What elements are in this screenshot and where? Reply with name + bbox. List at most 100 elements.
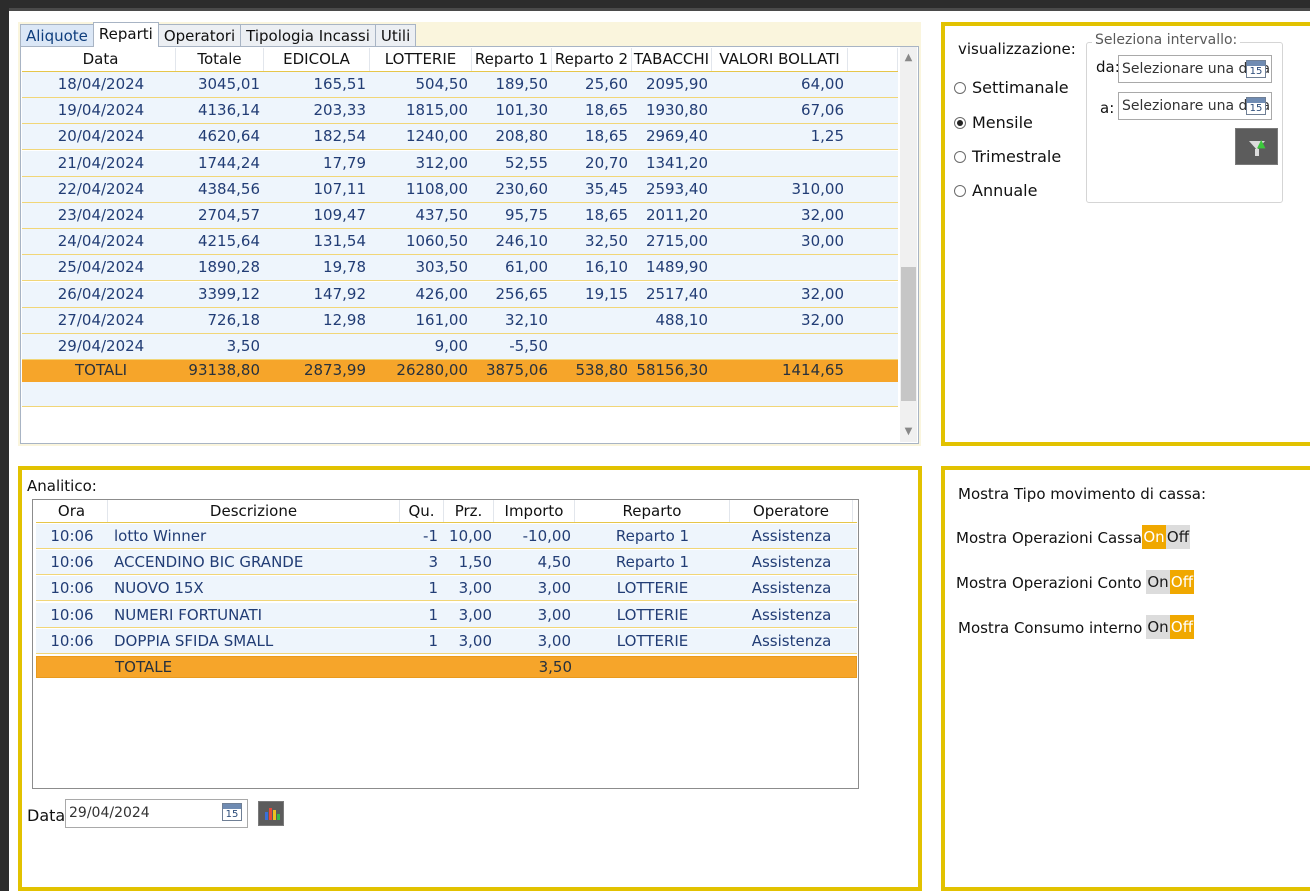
calendar-icon[interactable]: 15 <box>1246 97 1266 115</box>
table-cell: 2715,00 <box>645 232 708 251</box>
table-cell: 488,10 <box>655 310 709 329</box>
radio-icon[interactable] <box>954 116 966 129</box>
list-cell: 10:06 <box>50 631 94 650</box>
table-cell: 32,00 <box>801 284 844 303</box>
table-cell: 52,55 <box>505 153 548 172</box>
table-row[interactable]: 29/04/2024 3,50 9,00 -5,50 <box>22 334 898 360</box>
toggle-operazioni-cassa[interactable]: On Off <box>1142 525 1190 549</box>
analitico-grid-header: Ora Descrizione Qu. Prz. Importo Reparto… <box>36 500 857 523</box>
table-cell: 182,54 <box>313 127 367 146</box>
table-row[interactable]: 19/04/2024 4136,14 203,33 1815,00 101,30 18,6… <box>22 98 898 125</box>
apply-filter-button[interactable]: ▲ <box>1235 128 1278 165</box>
toggle-operazioni-conto[interactable]: On Off <box>1146 570 1194 594</box>
table-cell: 18,65 <box>585 206 628 224</box>
filter-arrow-icon: ▲ <box>1257 137 1266 150</box>
list-cell: 10:06 <box>50 527 94 545</box>
scroll-up-icon[interactable]: ▲ <box>900 49 917 66</box>
table-cell: 18,65 <box>585 101 628 120</box>
table-row[interactable]: 27/04/2024 726,18 12,98 161,00 32,10 488,10 32… <box>22 307 898 334</box>
table-cell: 107,11 <box>313 179 367 198</box>
radio-settimanale-label: Settimanale <box>972 78 1069 97</box>
table-cell <box>632 334 712 359</box>
col-header-importo[interactable]: Importo <box>494 500 575 522</box>
tab-reparti[interactable]: Reparti <box>92 22 159 47</box>
table-cell: 2593,40 <box>645 179 708 198</box>
radio-mensile[interactable]: Mensile <box>954 113 1033 132</box>
toggle-on[interactable]: On <box>1146 615 1170 639</box>
totals-cell: 93138,80 <box>188 361 260 380</box>
reparti-grid[interactable]: Data Totale EDICOLA LOTTERIE Reparto 1 R… <box>22 48 900 442</box>
tab-operatori[interactable]: Operatori <box>157 24 242 47</box>
radio-icon[interactable] <box>954 150 966 163</box>
radio-trimestrale[interactable]: Trimestrale <box>954 147 1061 166</box>
calendar-icon[interactable]: 15 <box>222 803 242 821</box>
table-cell: 20,70 <box>585 153 628 172</box>
toggle-consumo-interno[interactable]: On Off <box>1146 615 1194 639</box>
tab-tipologia-incassi[interactable]: Tipologia Incassi <box>240 24 376 47</box>
col-header-data[interactable]: Data <box>26 48 176 71</box>
col-header-lotterie[interactable]: LOTTERIE <box>370 48 472 71</box>
scroll-down-icon[interactable]: ▼ <box>900 423 917 440</box>
totals-cell: TOTALI <box>74 361 127 380</box>
col-header-reparto-2[interactable]: Reparto 2 <box>552 48 632 71</box>
toggle-on[interactable]: On <box>1142 525 1166 549</box>
col-header-reparto-1[interactable]: Reparto 1 <box>472 48 552 71</box>
toggle-off[interactable]: Off <box>1166 525 1190 549</box>
vertical-scrollbar[interactable]: ▲ ▼ <box>900 47 917 442</box>
table-row[interactable]: 26/04/2024 3399,12 147,92 426,00 256,65 19,15… <box>22 281 898 308</box>
radio-annuale[interactable]: Annuale <box>954 181 1037 200</box>
table-cell: 312,00 <box>415 153 469 172</box>
col-header-operatore[interactable]: Operatore <box>730 500 853 522</box>
tab-utili[interactable]: Utili <box>374 24 417 47</box>
col-header-reparto[interactable]: Reparto <box>575 500 730 522</box>
col-header-totale[interactable]: Totale <box>176 48 264 71</box>
list-item[interactable]: 10:06 lotto Winner -1 10,00 -10,00 Reparto 1 A… <box>36 524 857 549</box>
table-cell: 30,00 <box>801 232 844 251</box>
list-cell: 3,00 <box>458 605 492 624</box>
table-row[interactable]: 21/04/2024 1744,24 17,79 312,00 52,55 20,70 13… <box>22 150 898 177</box>
list-item[interactable]: 10:06 NUOVO 15X 1 3,00 3,00 LOTTERIE Assistenz… <box>36 576 857 602</box>
chart-button[interactable] <box>258 801 284 826</box>
scrollbar-thumb[interactable] <box>901 267 916 401</box>
calendar-icon[interactable]: 15 <box>1246 60 1266 78</box>
analitico-total-label: TOTALE <box>115 658 173 676</box>
table-row[interactable]: 22/04/2024 4384,56 107,11 1108,00 230,60 35,4… <box>22 176 898 203</box>
analitico-total-row[interactable]: TOTALE 3,50 <box>36 656 857 678</box>
toggle-off[interactable]: Off <box>1170 570 1194 594</box>
radio-settimanale[interactable]: Settimanale <box>954 78 1069 97</box>
list-cell: 3,00 <box>458 579 492 598</box>
table-row[interactable]: 20/04/2024 4620,64 182,54 1240,00 208,80 18,6… <box>22 124 898 151</box>
col-header-qu[interactable]: Qu. <box>400 500 444 522</box>
tab-aliquote[interactable]: Aliquote <box>20 24 94 47</box>
table-cell: 1060,50 <box>405 232 468 251</box>
table-cell: 67,06 <box>801 101 844 120</box>
table-cell: 1744,24 <box>197 153 260 172</box>
list-cell: NUOVO 15X <box>114 579 204 598</box>
col-header-valori-bollati[interactable]: VALORI BOLLATI <box>712 48 848 71</box>
table-row[interactable]: 18/04/2024 3045,01 165,51 504,50 189,50 25,60… <box>22 72 898 98</box>
toggle-on[interactable]: On <box>1146 570 1170 594</box>
col-header-filler <box>848 48 898 71</box>
table-cell: 35,45 <box>585 179 628 198</box>
list-cell: Assistenza <box>751 579 832 598</box>
table-row[interactable]: 25/04/2024 1890,28 19,78 303,50 61,00 16,10 14… <box>22 255 898 282</box>
toggle-off[interactable]: Off <box>1170 615 1194 639</box>
table-cell: 109,47 <box>313 206 367 224</box>
radio-icon[interactable] <box>954 81 966 94</box>
list-item[interactable]: 10:06 NUMERI FORTUNATI 1 3,00 3,00 LOTTERIE As… <box>36 602 857 628</box>
col-header-prz[interactable]: Prz. <box>444 500 494 522</box>
table-row[interactable]: 23/04/2024 2704,57 109,47 437,50 95,75 18,65 2… <box>22 203 898 229</box>
col-header-tabacchi[interactable]: TABACCHI <box>632 48 712 71</box>
data-date-input[interactable]: 29/04/2024 <box>65 799 248 828</box>
table-row[interactable]: 24/04/2024 4215,64 131,54 1060,50 246,10 32,5… <box>22 229 898 256</box>
analitico-grid[interactable]: Ora Descrizione Qu. Prz. Importo Reparto… <box>32 499 859 789</box>
table-cell: 23/04/2024 <box>57 206 145 224</box>
list-item[interactable]: 10:06 DOPPIA SFIDA SMALL 1 3,00 3,00 LOTTERIE… <box>36 628 857 654</box>
col-header-edicola[interactable]: EDICOLA <box>264 48 370 71</box>
col-header-ora[interactable]: Ora <box>36 500 108 522</box>
list-item[interactable]: 10:06 ACCENDINO BIC GRANDE 3 1,50 4,50 Repart… <box>36 550 857 576</box>
radio-icon[interactable] <box>954 184 966 197</box>
col-header-descrizione[interactable]: Descrizione <box>108 500 400 522</box>
totals-row[interactable]: TOTALI 93138,80 2873,99 26280,00 3875,06 538,… <box>22 360 898 383</box>
toggle-label-consumo: Mostra Consumo interno <box>958 619 1143 637</box>
